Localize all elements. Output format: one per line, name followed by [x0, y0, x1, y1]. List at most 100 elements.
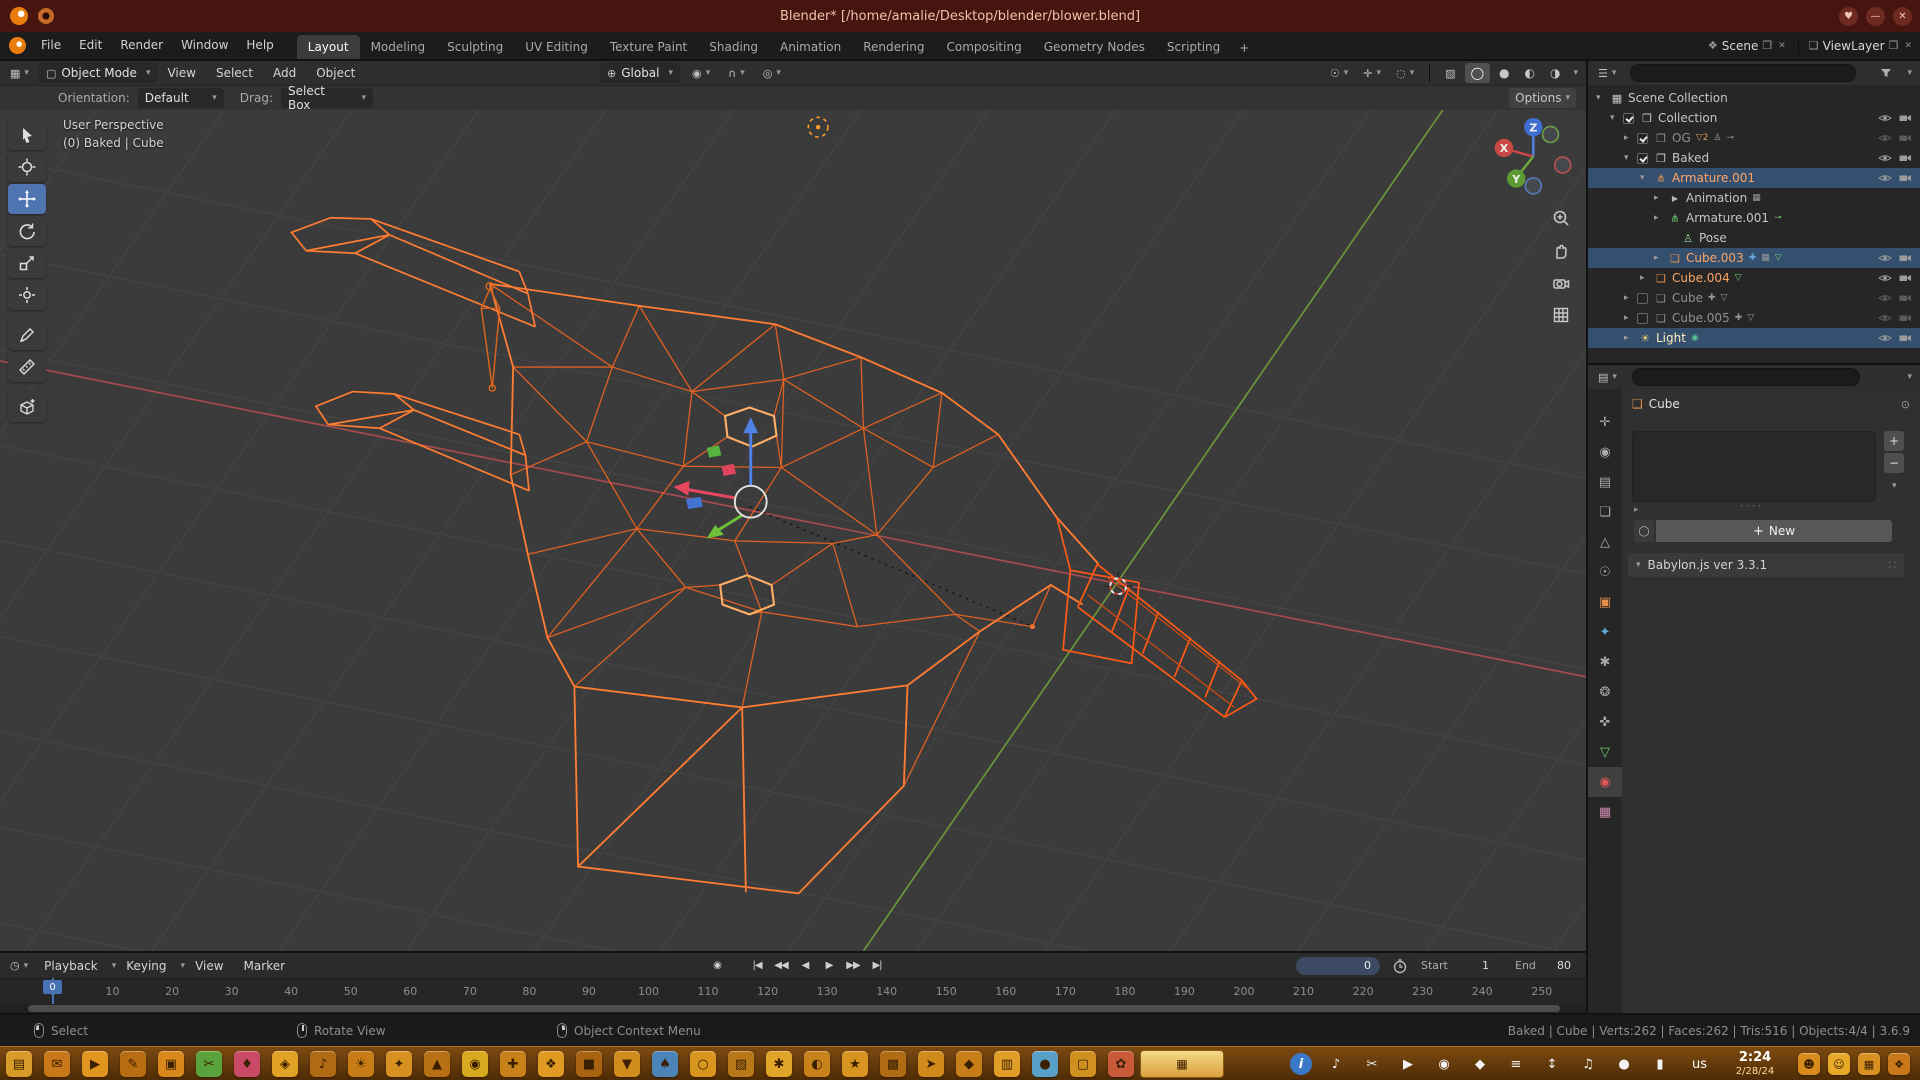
expand-icon[interactable]: ▸: [1624, 293, 1637, 303]
proportional-editing-dropdown[interactable]: ◎ ▾: [757, 63, 787, 83]
breadcrumb-object-name[interactable]: Cube: [1649, 397, 1680, 411]
menu-help[interactable]: Help: [237, 32, 282, 59]
menu-file[interactable]: File: [32, 32, 70, 59]
tab-sculpting[interactable]: Sculpting: [436, 35, 514, 59]
hide-icon[interactable]: [1878, 293, 1892, 303]
taskbar-app-icon-8[interactable]: ◈: [272, 1051, 298, 1077]
expand-icon[interactable]: ▸: [1654, 253, 1667, 263]
tray-icon-11[interactable]: ▮: [1648, 1051, 1672, 1077]
taskbar-app-icon-7[interactable]: ♦: [234, 1051, 260, 1077]
menu-keying[interactable]: Keying: [116, 959, 176, 973]
tool-select-box[interactable]: [8, 120, 46, 150]
previous-keyframe-button[interactable]: ◀◀: [770, 956, 792, 976]
add-slot-button[interactable]: +: [1884, 431, 1904, 451]
tool-annotate[interactable]: [8, 320, 46, 350]
properties-search-input[interactable]: [1632, 368, 1860, 386]
tray-icon-10[interactable]: ●: [1612, 1051, 1636, 1077]
jump-to-end-button[interactable]: ▶|: [866, 956, 888, 976]
taskbar-system-icon-4[interactable]: ❖: [1888, 1053, 1910, 1075]
outliner-row-armature-data[interactable]: ▸ ⋔ Armature.001 ⊸: [1588, 208, 1920, 228]
taskbar-app-icon-6[interactable]: ✂: [196, 1051, 222, 1077]
editor-type-outliner-button[interactable]: ☰ ▾: [1592, 63, 1622, 83]
taskbar-app-icon-5[interactable]: ▣: [158, 1051, 184, 1077]
expand-icon[interactable]: ▸: [1654, 193, 1667, 203]
outliner-row-cube-004[interactable]: ▸ ❑ Cube.004 ▽: [1588, 268, 1920, 288]
camera-visibility-icon[interactable]: [1898, 293, 1912, 303]
hide-icon[interactable]: [1878, 173, 1892, 183]
filter-funnel-icon[interactable]: [1880, 68, 1892, 78]
new-material-button[interactable]: + New: [1656, 520, 1892, 542]
viewlayer-remove-icon[interactable]: ✕: [1902, 41, 1914, 51]
camera-visibility-icon[interactable]: [1898, 313, 1912, 323]
scene-selector[interactable]: Scene: [1722, 39, 1759, 53]
snapping-dropdown[interactable]: ∩ ▾: [722, 63, 751, 83]
tray-icon-1[interactable]: i: [1290, 1053, 1312, 1075]
mode-dropdown[interactable]: ▢ Object Mode ▾: [39, 63, 158, 83]
outliner-row-cube-003[interactable]: ▸ ❑ Cube.003 ✚ ▦ ▽: [1588, 248, 1920, 268]
tab-texture-paint[interactable]: Texture Paint: [599, 35, 698, 59]
tab-layout[interactable]: Layout: [297, 35, 360, 59]
expand-icon[interactable]: ▾: [1624, 153, 1637, 163]
outliner-row-collection[interactable]: ▾ ❒ Collection: [1588, 108, 1920, 128]
properties-options-icon[interactable]: ▾: [1907, 372, 1912, 382]
properties-tab-scene[interactable]: △: [1588, 527, 1622, 557]
outliner-row-scene-collection[interactable]: ▾ ▦ Scene Collection: [1588, 88, 1920, 108]
taskbar-system-icon-2[interactable]: ☺: [1828, 1053, 1850, 1075]
xray-toggle[interactable]: ▨: [1439, 63, 1461, 83]
outliner-row-animation[interactable]: ▸ ▶ Animation ▦: [1588, 188, 1920, 208]
expand-icon[interactable]: ▾: [1610, 113, 1623, 123]
play-reverse-button[interactable]: ◀: [794, 956, 816, 976]
properties-tab-texture[interactable]: ▦: [1588, 797, 1622, 827]
window-menu-button[interactable]: ♥: [1839, 7, 1858, 26]
tray-icon-6[interactable]: ◆: [1468, 1051, 1492, 1077]
hide-icon[interactable]: [1878, 113, 1892, 123]
next-keyframe-button[interactable]: ▶▶: [842, 956, 864, 976]
add-workspace-button[interactable]: +: [1231, 37, 1257, 59]
menu-render[interactable]: Render: [111, 32, 172, 59]
taskbar-app-icon-26[interactable]: ◆: [956, 1051, 982, 1077]
outliner-search-input[interactable]: [1630, 64, 1856, 82]
zoom-button[interactable]: [1548, 205, 1574, 231]
taskbar-app-icon-3[interactable]: ▶: [82, 1051, 108, 1077]
scrollbar-handle[interactable]: [28, 1005, 1560, 1012]
collection-checkbox[interactable]: [1637, 133, 1648, 144]
taskbar-app-icon-12[interactable]: ▲: [424, 1051, 450, 1077]
taskbar-app-icon-9[interactable]: ♪: [310, 1051, 336, 1077]
options-dropdown[interactable]: Options▾: [1509, 88, 1576, 108]
pin-icon[interactable]: ⊙: [1901, 398, 1910, 411]
taskbar-app-icon-18[interactable]: ♠: [652, 1051, 678, 1077]
taskbar-app-icon-14[interactable]: ✚: [500, 1051, 526, 1077]
taskbar-app-icon-27[interactable]: ▥: [994, 1051, 1020, 1077]
tab-scripting[interactable]: Scripting: [1156, 35, 1231, 59]
outliner-row-cube[interactable]: ▸ ❑ Cube ✚ ▽: [1588, 288, 1920, 308]
camera-visibility-icon[interactable]: [1898, 133, 1912, 143]
object-visibility-dropdown[interactable]: ☉ ▾: [1324, 63, 1354, 83]
viewport-canvas[interactable]: Z X Y User Perspective (0) Baked | Cube: [0, 110, 1586, 951]
exclude-checkbox[interactable]: [1637, 293, 1648, 304]
menu-object[interactable]: Object: [306, 66, 365, 80]
collection-checkbox[interactable]: [1623, 113, 1634, 124]
tool-measure[interactable]: [8, 352, 46, 382]
taskbar-app-icon-1[interactable]: ▤: [6, 1051, 32, 1077]
hide-icon[interactable]: [1878, 273, 1892, 283]
slot-expand-icon[interactable]: ▸: [1634, 505, 1639, 515]
taskbar-system-icon-3[interactable]: ▦: [1858, 1053, 1880, 1075]
hide-icon[interactable]: [1878, 153, 1892, 163]
taskbar-app-icon-29[interactable]: ▢: [1070, 1051, 1096, 1077]
taskbar-app-icon-22[interactable]: ◐: [804, 1051, 830, 1077]
taskbar-app-icon-2[interactable]: ✉: [44, 1051, 70, 1077]
camera-visibility-icon[interactable]: [1898, 113, 1912, 123]
camera-visibility-icon[interactable]: [1898, 333, 1912, 343]
expand-icon[interactable]: ▾: [1596, 93, 1609, 103]
pan-button[interactable]: [1548, 238, 1574, 264]
material-slot-list[interactable]: [1632, 431, 1876, 502]
camera-visibility-icon[interactable]: [1898, 173, 1912, 183]
gizmos-dropdown[interactable]: ✛ ▾: [1357, 63, 1387, 83]
properties-tab-render[interactable]: ◉: [1588, 437, 1622, 467]
tray-icon-8[interactable]: ↕: [1540, 1051, 1564, 1077]
expand-icon[interactable]: ▸: [1640, 273, 1653, 283]
tool-scale[interactable]: [8, 248, 46, 278]
hide-icon[interactable]: [1878, 313, 1892, 323]
menu-playback[interactable]: Playback: [34, 959, 108, 973]
scene-copy-icon[interactable]: ❐: [1762, 39, 1772, 52]
